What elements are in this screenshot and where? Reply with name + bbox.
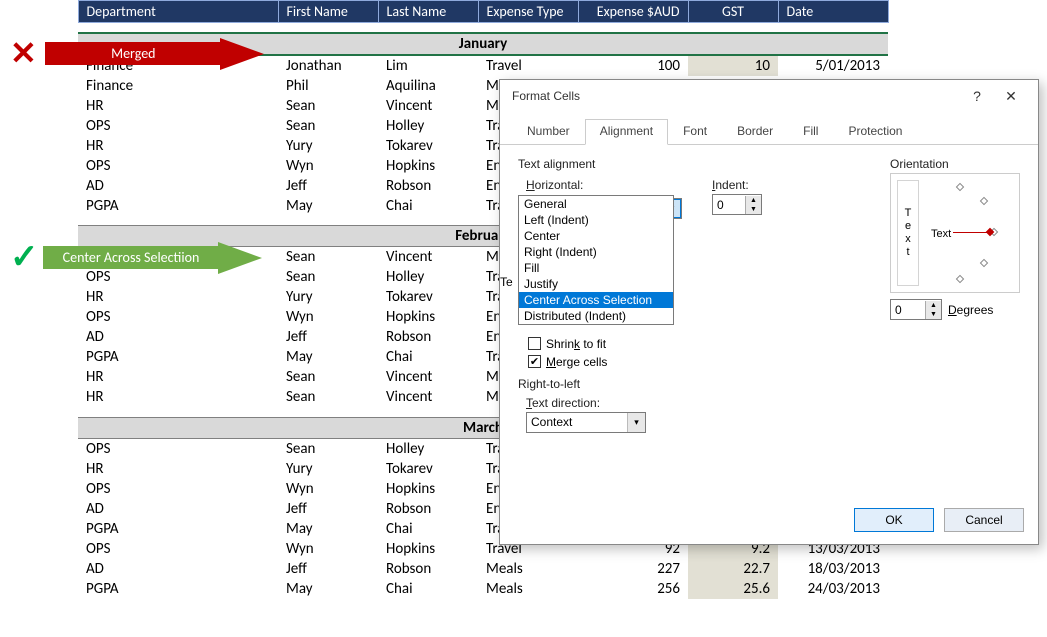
chevron-down-icon[interactable]: ▾	[627, 413, 645, 432]
horizontal-dropdown-list[interactable]: General Left (Indent) Center Right (Inde…	[518, 195, 674, 325]
col-department[interactable]: Department	[78, 1, 278, 23]
tab-number[interactable]: Number	[512, 119, 585, 145]
option-center-across[interactable]: Center Across Selection	[519, 292, 673, 308]
label-indent: Indent:	[712, 178, 762, 192]
cross-icon: ✕	[10, 34, 37, 73]
table-row[interactable]: PGPAMayChaiMeals25625.624/03/2013	[0, 579, 1047, 599]
label-degrees: Degrees	[948, 303, 993, 317]
label-orientation: Orientation	[890, 157, 1020, 171]
option-right[interactable]: Right (Indent)	[519, 244, 673, 260]
col-amount[interactable]: Expense $AUD	[578, 1, 688, 23]
arrow-icon	[220, 38, 264, 70]
checkbox-shrink[interactable]: Shrink to fit	[528, 337, 1020, 351]
tab-font[interactable]: Font	[668, 119, 722, 145]
option-general[interactable]: General	[519, 196, 673, 212]
help-button[interactable]: ?	[960, 86, 994, 106]
indent-spinner[interactable]: 0 ▲▼	[712, 194, 762, 215]
tab-alignment[interactable]: Alignment	[585, 119, 668, 145]
degrees-spinner[interactable]: 0 ▲▼	[890, 299, 942, 320]
checkbox-icon[interactable]	[528, 337, 541, 350]
format-cells-dialog: Format Cells ? ✕ Number Alignment Font B…	[499, 79, 1039, 545]
label-horizontal: Horizontal:	[526, 178, 682, 192]
dialog-title: Format Cells	[512, 89, 960, 103]
ok-button[interactable]: OK	[854, 508, 934, 532]
option-justify[interactable]: Justify	[519, 276, 673, 292]
label-shrink: Shrink to fit	[546, 337, 606, 351]
spinner-buttons[interactable]: ▲▼	[925, 301, 941, 319]
header-row: Department First Name Last Name Expense …	[0, 1, 1047, 23]
option-left[interactable]: Left (Indent)	[519, 212, 673, 228]
checkbox-icon[interactable]: ✔	[528, 355, 541, 368]
check-icon: ✓	[10, 237, 39, 278]
option-distributed[interactable]: Distributed (Indent)	[519, 308, 673, 324]
orientation-group: Orientation Text Text 0	[890, 153, 1020, 320]
dialog-tabs: Number Alignment Font Border Fill Protec…	[500, 118, 1038, 145]
orientation-vertical-button[interactable]: Text	[897, 180, 919, 286]
orientation-dial[interactable]: Text	[927, 180, 1013, 286]
dialog-titlebar[interactable]: Format Cells ? ✕	[500, 80, 1038, 110]
callout-merged: ✕ Merged	[10, 34, 264, 73]
col-type[interactable]: Expense Type	[478, 1, 578, 23]
tab-fill[interactable]: Fill	[788, 119, 833, 145]
arrow-icon	[218, 242, 262, 274]
spinner-buttons[interactable]: ▲▼	[745, 196, 761, 214]
callout-center-across-label: Center Across Selectiion	[43, 246, 218, 269]
cancel-button[interactable]: Cancel	[944, 508, 1024, 532]
option-center[interactable]: Center	[519, 228, 673, 244]
option-fill[interactable]: Fill	[519, 260, 673, 276]
callout-center-across: ✓ Center Across Selectiion	[10, 237, 262, 278]
close-button[interactable]: ✕	[994, 86, 1028, 106]
col-date[interactable]: Date	[778, 1, 888, 23]
label-merge: Merge cells	[546, 355, 607, 369]
col-last[interactable]: Last Name	[378, 1, 478, 23]
label-direction: Text direction:	[526, 396, 1020, 410]
callout-merged-label: Merged	[45, 42, 220, 65]
table-row[interactable]: ADJeffRobsonMeals22722.718/03/2013	[0, 559, 1047, 579]
col-first[interactable]: First Name	[278, 1, 378, 23]
orientation-text-label: Text	[931, 228, 951, 240]
direction-dropdown[interactable]: Context ▾	[526, 412, 646, 433]
checkbox-merge[interactable]: ✔ Merge cells	[528, 355, 1020, 369]
tab-protection[interactable]: Protection	[833, 119, 917, 145]
label-rtl: Right-to-left	[518, 377, 1020, 391]
col-gst[interactable]: GST	[688, 1, 778, 23]
label-text-control: Te	[500, 275, 513, 289]
tab-border[interactable]: Border	[722, 119, 788, 145]
